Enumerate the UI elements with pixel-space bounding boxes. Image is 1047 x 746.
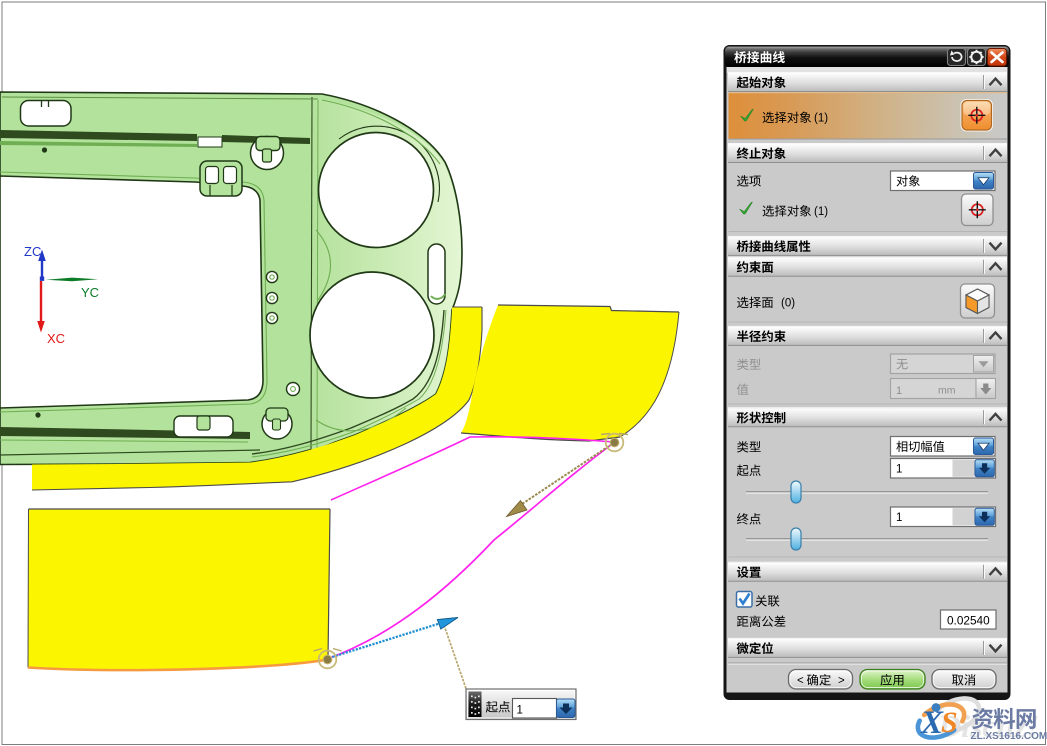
svg-text:mm: mm <box>938 385 956 397</box>
svg-text:ZL.XS1616.COM: ZL.XS1616.COM <box>971 731 1047 742</box>
svg-text:YC: YC <box>81 285 99 300</box>
svg-text:S: S <box>941 706 958 739</box>
svg-text:1: 1 <box>517 705 523 717</box>
svg-text:(1): (1) <box>814 113 828 125</box>
svg-text:ZC: ZC <box>24 244 41 259</box>
svg-text:(0): (0) <box>781 298 795 310</box>
svg-text:0.02540: 0.02540 <box>947 614 990 628</box>
svg-text:1: 1 <box>896 464 902 476</box>
svg-text:1: 1 <box>896 385 902 397</box>
svg-text:(1): (1) <box>814 206 828 218</box>
svg-text:>: > <box>838 675 845 687</box>
svg-text:<: < <box>797 675 804 687</box>
svg-text:1: 1 <box>896 512 902 524</box>
svg-text:XC: XC <box>47 331 65 346</box>
